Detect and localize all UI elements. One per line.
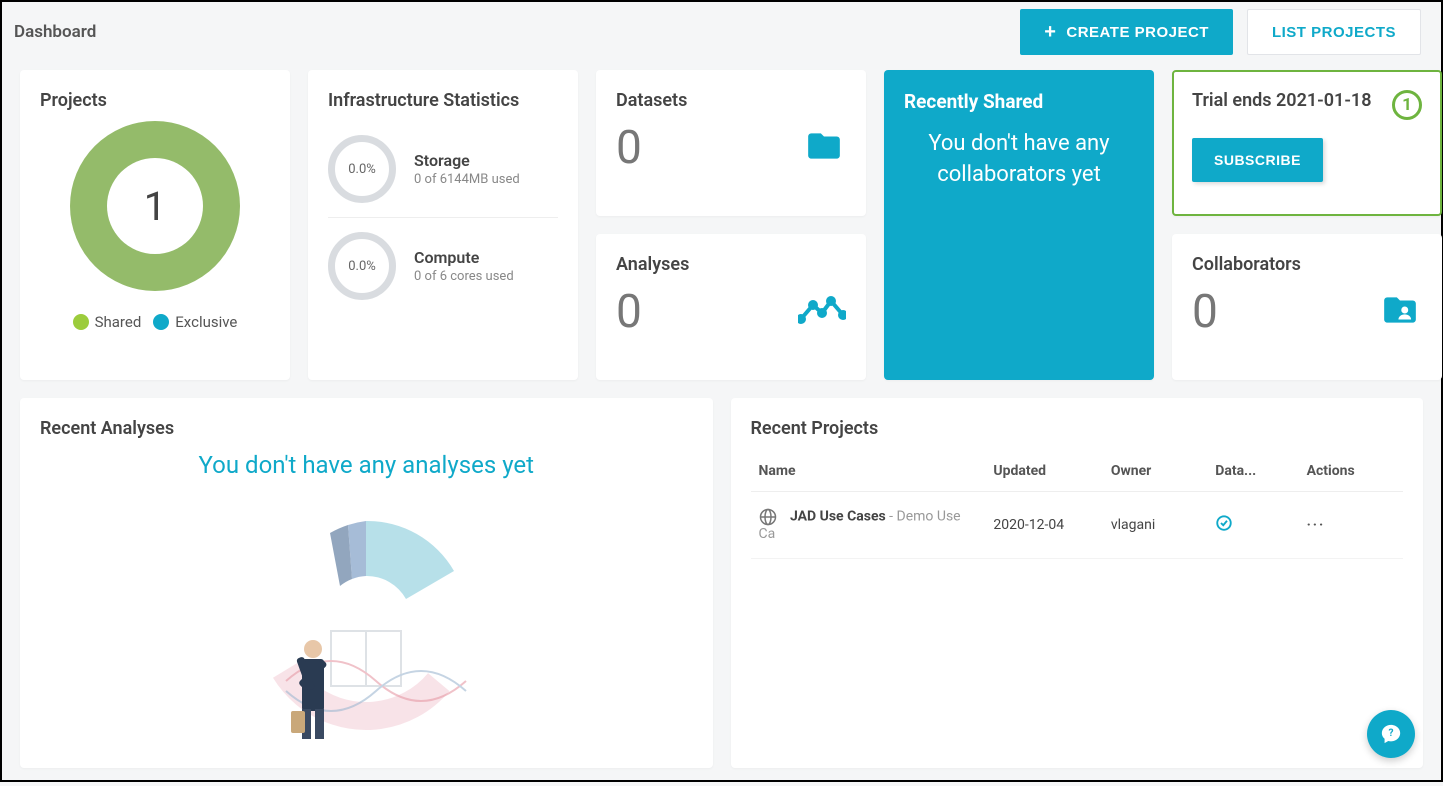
analyses-illustration [40,491,693,751]
datasets-count: 0 [616,121,642,175]
compute-row: 0.0% Compute 0 of 6 cores used [328,217,558,314]
col-name: Name [751,451,986,492]
row-actions-button[interactable]: ··· [1299,492,1403,559]
help-icon: ? [1380,723,1402,745]
recent-analyses-empty: You don't have any analyses yet [40,451,693,479]
storage-gauge: 0.0% [328,135,396,203]
legend-shared-label: Shared [95,313,142,331]
legend-shared: Shared [73,313,142,331]
step-badge: 1 [1392,90,1422,120]
chart-line-icon [798,295,846,329]
recently-shared-title: Recently Shared [904,90,1134,113]
trial-title: Trial ends 2021-01-18 [1192,90,1372,111]
project-owner: vlagani [1103,492,1207,559]
list-projects-label: LIST PROJECTS [1272,24,1396,41]
help-button[interactable]: ? [1367,710,1415,758]
table-row[interactable]: JAD Use Cases - Demo Use Ca 2020-12-04 v… [751,492,1404,559]
collaborators-title: Collaborators [1192,254,1422,275]
infrastructure-card: Infrastructure Statistics 0.0% Storage 0… [308,70,578,380]
projects-legend: Shared Exclusive [40,313,270,331]
page-title: Dashboard [14,22,96,42]
header-actions: + CREATE PROJECT LIST PROJECTS [1020,9,1421,55]
create-project-label: CREATE PROJECT [1066,24,1209,41]
recent-analyses-title: Recent Analyses [40,418,693,439]
compute-gauge: 0.0% [328,232,396,300]
analyses-title: Analyses [616,254,846,275]
storage-row: 0.0% Storage 0 of 6144MB used [328,121,558,217]
dot-icon [73,314,89,330]
plus-icon: + [1044,22,1056,42]
check-circle-icon [1215,520,1233,536]
list-projects-button[interactable]: LIST PROJECTS [1247,9,1421,55]
storage-label: Storage [414,151,520,170]
col-actions: Actions [1299,451,1403,492]
projects-title: Projects [40,90,270,111]
infrastructure-title: Infrastructure Statistics [328,90,558,111]
user-folder-icon [1378,291,1422,333]
project-name: JAD Use Cases [790,509,886,525]
compute-label: Compute [414,248,514,267]
collaborators-count: 0 [1192,285,1218,339]
storage-sub: 0 of 6144MB used [414,172,520,187]
col-updated: Updated [985,451,1102,492]
analyses-count: 0 [616,285,642,339]
compute-sub: 0 of 6 cores used [414,269,514,284]
recent-projects-title: Recent Projects [751,418,1404,439]
col-data: Data... [1207,451,1298,492]
collaborators-card[interactable]: Collaborators 0 [1172,234,1442,380]
globe-icon [759,509,780,525]
recently-shared-message: You don't have any collaborators yet [904,129,1134,191]
recent-projects-card: Recent Projects Name Updated Owner Data.… [731,398,1424,768]
legend-exclusive-label: Exclusive [175,313,237,331]
projects-donut-chart: 1 [70,121,240,291]
svg-text:?: ? [1388,728,1393,739]
datasets-card[interactable]: Datasets 0 [596,70,866,216]
recent-projects-table: Name Updated Owner Data... Actions JAD U… [751,451,1404,559]
subscribe-button[interactable]: SUBSCRIBE [1192,138,1323,182]
project-updated: 2020-12-04 [985,492,1102,559]
folder-icon [802,127,846,169]
recent-analyses-card: Recent Analyses You don't have any analy… [20,398,713,768]
create-project-button[interactable]: + CREATE PROJECT [1020,9,1233,55]
dot-icon [153,314,169,330]
analyses-card[interactable]: Analyses 0 [596,234,866,380]
legend-exclusive: Exclusive [153,313,237,331]
projects-card: Projects 1 Shared Exclusive [20,70,290,380]
recently-shared-card: Recently Shared You don't have any colla… [884,70,1154,380]
trial-card: Trial ends 2021-01-18 1 SUBSCRIBE [1172,70,1442,216]
header: Dashboard + CREATE PROJECT LIST PROJECTS [2,2,1441,62]
datasets-title: Datasets [616,90,846,111]
col-owner: Owner [1103,451,1207,492]
projects-count: 1 [107,158,203,254]
